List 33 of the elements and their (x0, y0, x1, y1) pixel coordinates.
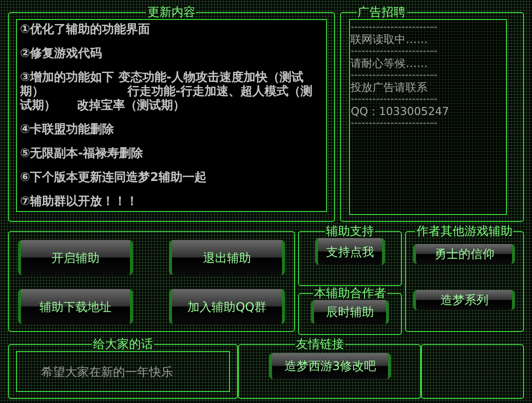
dash-line: ------------------------ (350, 119, 438, 129)
ad-line: 请耐心等候…… (350, 57, 429, 71)
update-item: ④卡联盟功能删除 (20, 122, 116, 136)
ad-line: 联网读取中…… (350, 33, 429, 47)
action-button[interactable]: 造梦西游3修改吧 (269, 353, 392, 379)
action-button[interactable]: 加入辅助QQ群 (169, 289, 285, 324)
dash-line: ------------------------ (350, 71, 438, 81)
update-item: ②修复游戏代码 (20, 46, 104, 60)
panel-title: 辅助支持 (324, 224, 375, 238)
panel-title: 作者其他游戏辅助 (415, 224, 514, 238)
panel-title: 本辅助合作者 (312, 286, 387, 300)
action-button[interactable]: 辰时辅助 (310, 300, 389, 324)
panel-title: 更新内容 (146, 5, 196, 19)
update-item: ⑦辅助群以开放！！！ (20, 194, 140, 208)
ad-line: QQ：1033005247 (350, 105, 450, 119)
action-button[interactable]: 退出辅助 (169, 240, 285, 275)
action-button[interactable]: 支持点我 (314, 238, 385, 265)
panel-title: 给大家的话 (92, 337, 154, 351)
panel-title: 友情链接 (295, 337, 346, 351)
message-text: 希望大家在新的一年快乐 (41, 364, 173, 380)
dash-line: ------------------------ (350, 23, 438, 33)
update-item: ⑤无限副本-福禄寿删除 (20, 146, 144, 160)
ad-line: 投放广告请联系 (350, 81, 429, 95)
update-item: ①优化了辅助的功能界面 (20, 22, 152, 36)
action-button[interactable]: 开启辅助 (18, 240, 134, 275)
action-button[interactable]: 勇士的信仰 (413, 244, 516, 264)
update-item: ⑥下个版本更新连同造梦2辅助一起 (20, 170, 208, 184)
action-button[interactable]: 造梦系列 (413, 290, 516, 310)
dash-line: ------------------------ (350, 95, 438, 105)
panel-title: 广告招聘 (356, 5, 407, 19)
update-item: ③增加的功能如下 变态功能-人物攻击速度加快（测试期） 行走功能-行走加速、超人模式（测试期） 改掉宝率（测试期） (20, 70, 314, 112)
action-button[interactable]: 辅助下载地址 (18, 289, 134, 324)
dash-line: ------------------------ (350, 47, 438, 57)
